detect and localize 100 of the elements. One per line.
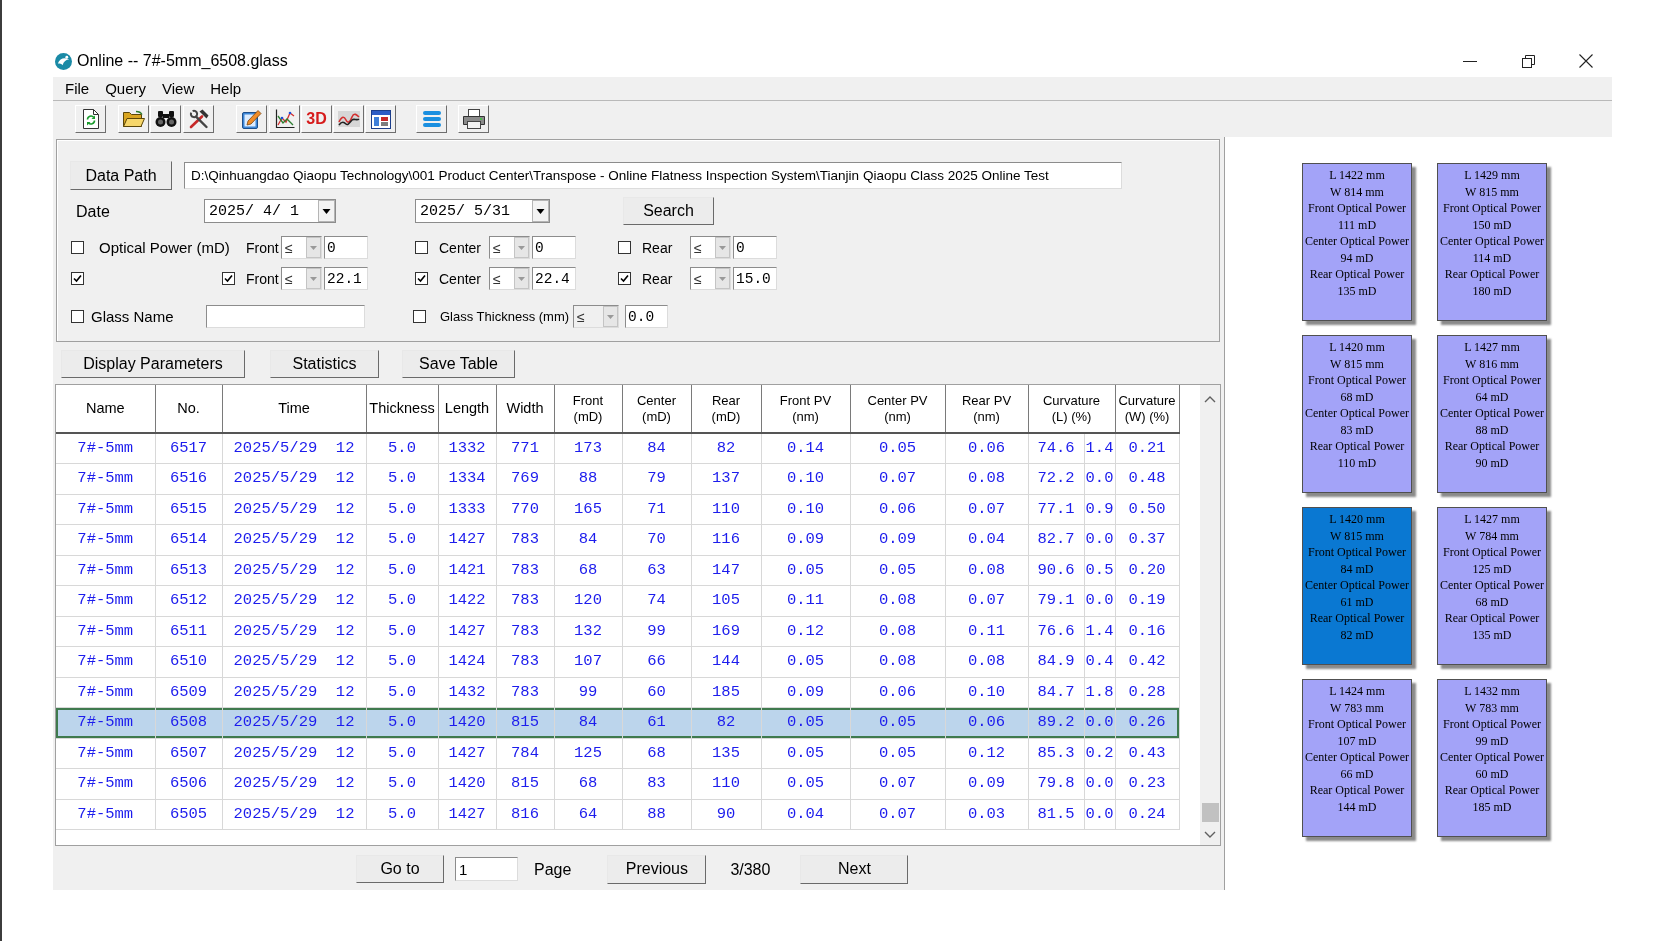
- toolbar-button[interactable]: [183, 105, 214, 133]
- table-cell: 0.14: [761, 433, 850, 464]
- table-row[interactable]: 7#-5mm 6505 2025/5/29 12 5.0 1427 816 64 88 90 0.04 0.07 0.03 81.5 0.0 0.24: [56, 799, 1179, 830]
- table-cell: 85.3: [1028, 738, 1084, 769]
- table-row[interactable]: 7#-5mm 6510 2025/5/29 12 5.0 1424 783 107 66 144 0.05 0.08 0.08 84.9 0.4 0.42: [56, 646, 1179, 677]
- table-row[interactable]: 7#-5mm 6517 2025/5/29 12 5.0 1332 771 173 84 82 0.14 0.05 0.06 74.6 1.4 0.21: [56, 433, 1179, 464]
- operator-dropdown[interactable]: ≤: [489, 267, 530, 290]
- length-text: L 1422 mm: [1329, 167, 1385, 184]
- operator-dropdown[interactable]: ≤: [281, 267, 322, 290]
- table-cell: 0.10: [761, 494, 850, 525]
- action-button[interactable]: Save Table: [402, 350, 515, 378]
- menu-item[interactable]: Help: [210, 79, 242, 98]
- action-button[interactable]: Statistics: [270, 350, 379, 378]
- go-to-button[interactable]: Go to: [356, 855, 444, 883]
- table-row[interactable]: 7#-5mm 6516 2025/5/29 12 5.0 1334 769 88 79 137 0.10 0.07 0.08 72.2 0.0 0.48: [56, 463, 1179, 494]
- menu-item[interactable]: View: [162, 79, 195, 98]
- date-picker[interactable]: 2025/ 5/31: [415, 199, 550, 223]
- action-button[interactable]: Display Parameters: [61, 350, 245, 378]
- search-button[interactable]: Search: [623, 197, 714, 225]
- table-cell: 5.0: [366, 524, 438, 555]
- toolbar-button[interactable]: [75, 105, 106, 133]
- menu-item[interactable]: Query: [105, 79, 147, 98]
- scrollbar-thumb[interactable]: [1201, 803, 1219, 822]
- table-cell: 5.0: [366, 494, 438, 525]
- measure-value: 82 mD: [1340, 626, 1374, 643]
- number-field[interactable]: 0.0: [625, 305, 669, 328]
- table-cell: 2025/5/29 12: [222, 524, 366, 555]
- glass-card[interactable]: L 1427 mm W 816 mm Front Optical Power 64 mD Center Optical Power 88 mD Rear Optical Power 90 mD: [1437, 335, 1547, 493]
- table-cell: 0.28: [1115, 677, 1179, 708]
- scrollbar[interactable]: [1200, 385, 1220, 845]
- measure-label: Rear Optical Power: [1309, 438, 1405, 455]
- table-row[interactable]: 7#-5mm 6511 2025/5/29 12 5.0 1427 783 132 99 169 0.12 0.08 0.11 76.6 1.4 0.16: [56, 616, 1179, 647]
- next-button[interactable]: Next: [800, 854, 909, 884]
- glass-card[interactable]: L 1432 mm W 783 mm Front Optical Power 99 mD Center Optical Power 60 mD Rear Optical Power 185 mD: [1437, 679, 1547, 837]
- measure-label: Front Optical Power: [1308, 716, 1406, 733]
- table-row[interactable]: 7#-5mm 6506 2025/5/29 12 5.0 1420 815 68 83 110 0.05 0.07 0.09 79.8 0.0 0.23: [56, 768, 1179, 799]
- operator-dropdown[interactable]: ≤: [573, 305, 620, 328]
- glass-card[interactable]: L 1420 mm W 815 mm Front Optical Power 68 mD Center Optical Power 83 mD Rear Optical Power 110 mD: [1302, 335, 1412, 493]
- number-field[interactable]: 22.4: [532, 267, 576, 290]
- toolbar-button[interactable]: [365, 105, 396, 133]
- table-row[interactable]: 7#-5mm 6513 2025/5/29 12 5.0 1421 783 68 63 147 0.05 0.05 0.08 90.6 0.5 0.20: [56, 555, 1179, 586]
- checkbox[interactable]: [618, 241, 631, 254]
- table-cell: 0.05: [850, 707, 945, 738]
- checkbox[interactable]: [415, 272, 428, 285]
- toolbar-button[interactable]: [150, 105, 181, 133]
- checkbox[interactable]: [618, 272, 631, 285]
- table-row[interactable]: 7#-5mm 6512 2025/5/29 12 5.0 1422 783 120 74 105 0.11 0.08 0.07 79.1 0.0 0.19: [56, 585, 1179, 616]
- table-cell: 0.05: [761, 738, 850, 769]
- operator-dropdown[interactable]: ≤: [281, 236, 322, 259]
- glass-card[interactable]: L 1427 mm W 784 mm Front Optical Power 125 mD Center Optical Power 68 mD Rear Optical Power 135 mD: [1437, 507, 1547, 665]
- number-field[interactable]: 22.1: [324, 267, 368, 290]
- table-cell: 76.6: [1028, 616, 1084, 647]
- menu-item[interactable]: File: [65, 79, 90, 98]
- table-row[interactable]: 7#-5mm 6507 2025/5/29 12 5.0 1427 784 125 68 135 0.05 0.05 0.12 85.3 0.2 0.43: [56, 738, 1179, 769]
- page-field[interactable]: 1: [455, 857, 518, 881]
- measure-label: Rear Optical Power: [1309, 782, 1405, 799]
- toolbar-button[interactable]: [118, 105, 149, 133]
- glass-card[interactable]: L 1420 mm W 815 mm Front Optical Power 84 mD Center Optical Power 61 mD Rear Optical Power 82 mD: [1302, 507, 1412, 665]
- checkbox[interactable]: [413, 310, 426, 323]
- number-field[interactable]: 15.0: [733, 267, 777, 290]
- number-field[interactable]: 0: [733, 236, 777, 259]
- path-field[interactable]: D:\Qinhuangdao Qiaopu Technology\001 Product Center\Transpose - Online Flatness Inspection System\Tianjin Qiaopu Class 2025 Online Test: [184, 162, 1122, 189]
- condition-label: Center: [439, 270, 482, 287]
- condition-label: Front: [246, 270, 279, 287]
- glass-card[interactable]: L 1424 mm W 783 mm Front Optical Power 107 mD Center Optical Power 66 mD Rear Optical Power 144 mD: [1302, 679, 1412, 837]
- number-field[interactable]: 0: [324, 236, 368, 259]
- date-label: Date: [76, 202, 110, 220]
- glass-card[interactable]: L 1422 mm W 814 mm Front Optical Power 111 mD Center Optical Power 94 mD Rear Optical Power 135 mD: [1302, 163, 1412, 321]
- toolbar-button[interactable]: [236, 105, 267, 133]
- toolbar-button[interactable]: [458, 105, 489, 133]
- toolbar-button[interactable]: [269, 105, 300, 133]
- table-cell: 815: [496, 768, 554, 799]
- date-picker[interactable]: 2025/ 4/ 1: [204, 199, 336, 223]
- number-field[interactable]: 0: [532, 236, 576, 259]
- checkbox[interactable]: [222, 272, 235, 285]
- checkbox[interactable]: [71, 272, 84, 285]
- table-row[interactable]: 7#-5mm 6509 2025/5/29 12 5.0 1432 783 99 60 185 0.09 0.06 0.10 84.7 1.8 0.28: [56, 677, 1179, 708]
- scroll-up-icon[interactable]: [1204, 396, 1216, 403]
- data-path-button[interactable]: Data Path: [70, 161, 172, 190]
- checkbox[interactable]: [415, 241, 428, 254]
- table-cell: 116: [691, 524, 761, 555]
- checkbox[interactable]: [71, 241, 84, 254]
- operator-dropdown[interactable]: ≤: [690, 267, 731, 290]
- table-cell: 2025/5/29 12: [222, 616, 366, 647]
- scroll-down-icon[interactable]: [1204, 831, 1216, 838]
- table-cell: 0.42: [1115, 646, 1179, 677]
- glass-card[interactable]: L 1429 mm W 815 mm Front Optical Power 150 mD Center Optical Power 114 mD Rear Optical Power 180 mD: [1437, 163, 1547, 321]
- table-row[interactable]: 7#-5mm 6514 2025/5/29 12 5.0 1427 783 84 70 116 0.09 0.09 0.04 82.7 0.0 0.37: [56, 524, 1179, 555]
- operator-dropdown[interactable]: ≤: [690, 236, 731, 259]
- checkbox[interactable]: [71, 310, 84, 323]
- table-cell: 1427: [438, 616, 496, 647]
- text-field[interactable]: [206, 305, 365, 328]
- toolbar-button[interactable]: 3D: [301, 105, 332, 133]
- table-row[interactable]: 7#-5mm 6508 2025/5/29 12 5.0 1420 815 84 61 82 0.05 0.05 0.06 89.2 0.0 0.26: [56, 707, 1179, 738]
- operator-dropdown[interactable]: ≤: [489, 236, 530, 259]
- table-row[interactable]: 7#-5mm 6515 2025/5/29 12 5.0 1333 770 165 71 110 0.10 0.06 0.07 77.1 0.9 0.50: [56, 494, 1179, 525]
- previous-button[interactable]: Previous: [607, 854, 707, 884]
- filter-label: Glass Name: [91, 307, 174, 326]
- table-cell: 0.37: [1115, 524, 1179, 555]
- toolbar-button[interactable]: [333, 105, 364, 133]
